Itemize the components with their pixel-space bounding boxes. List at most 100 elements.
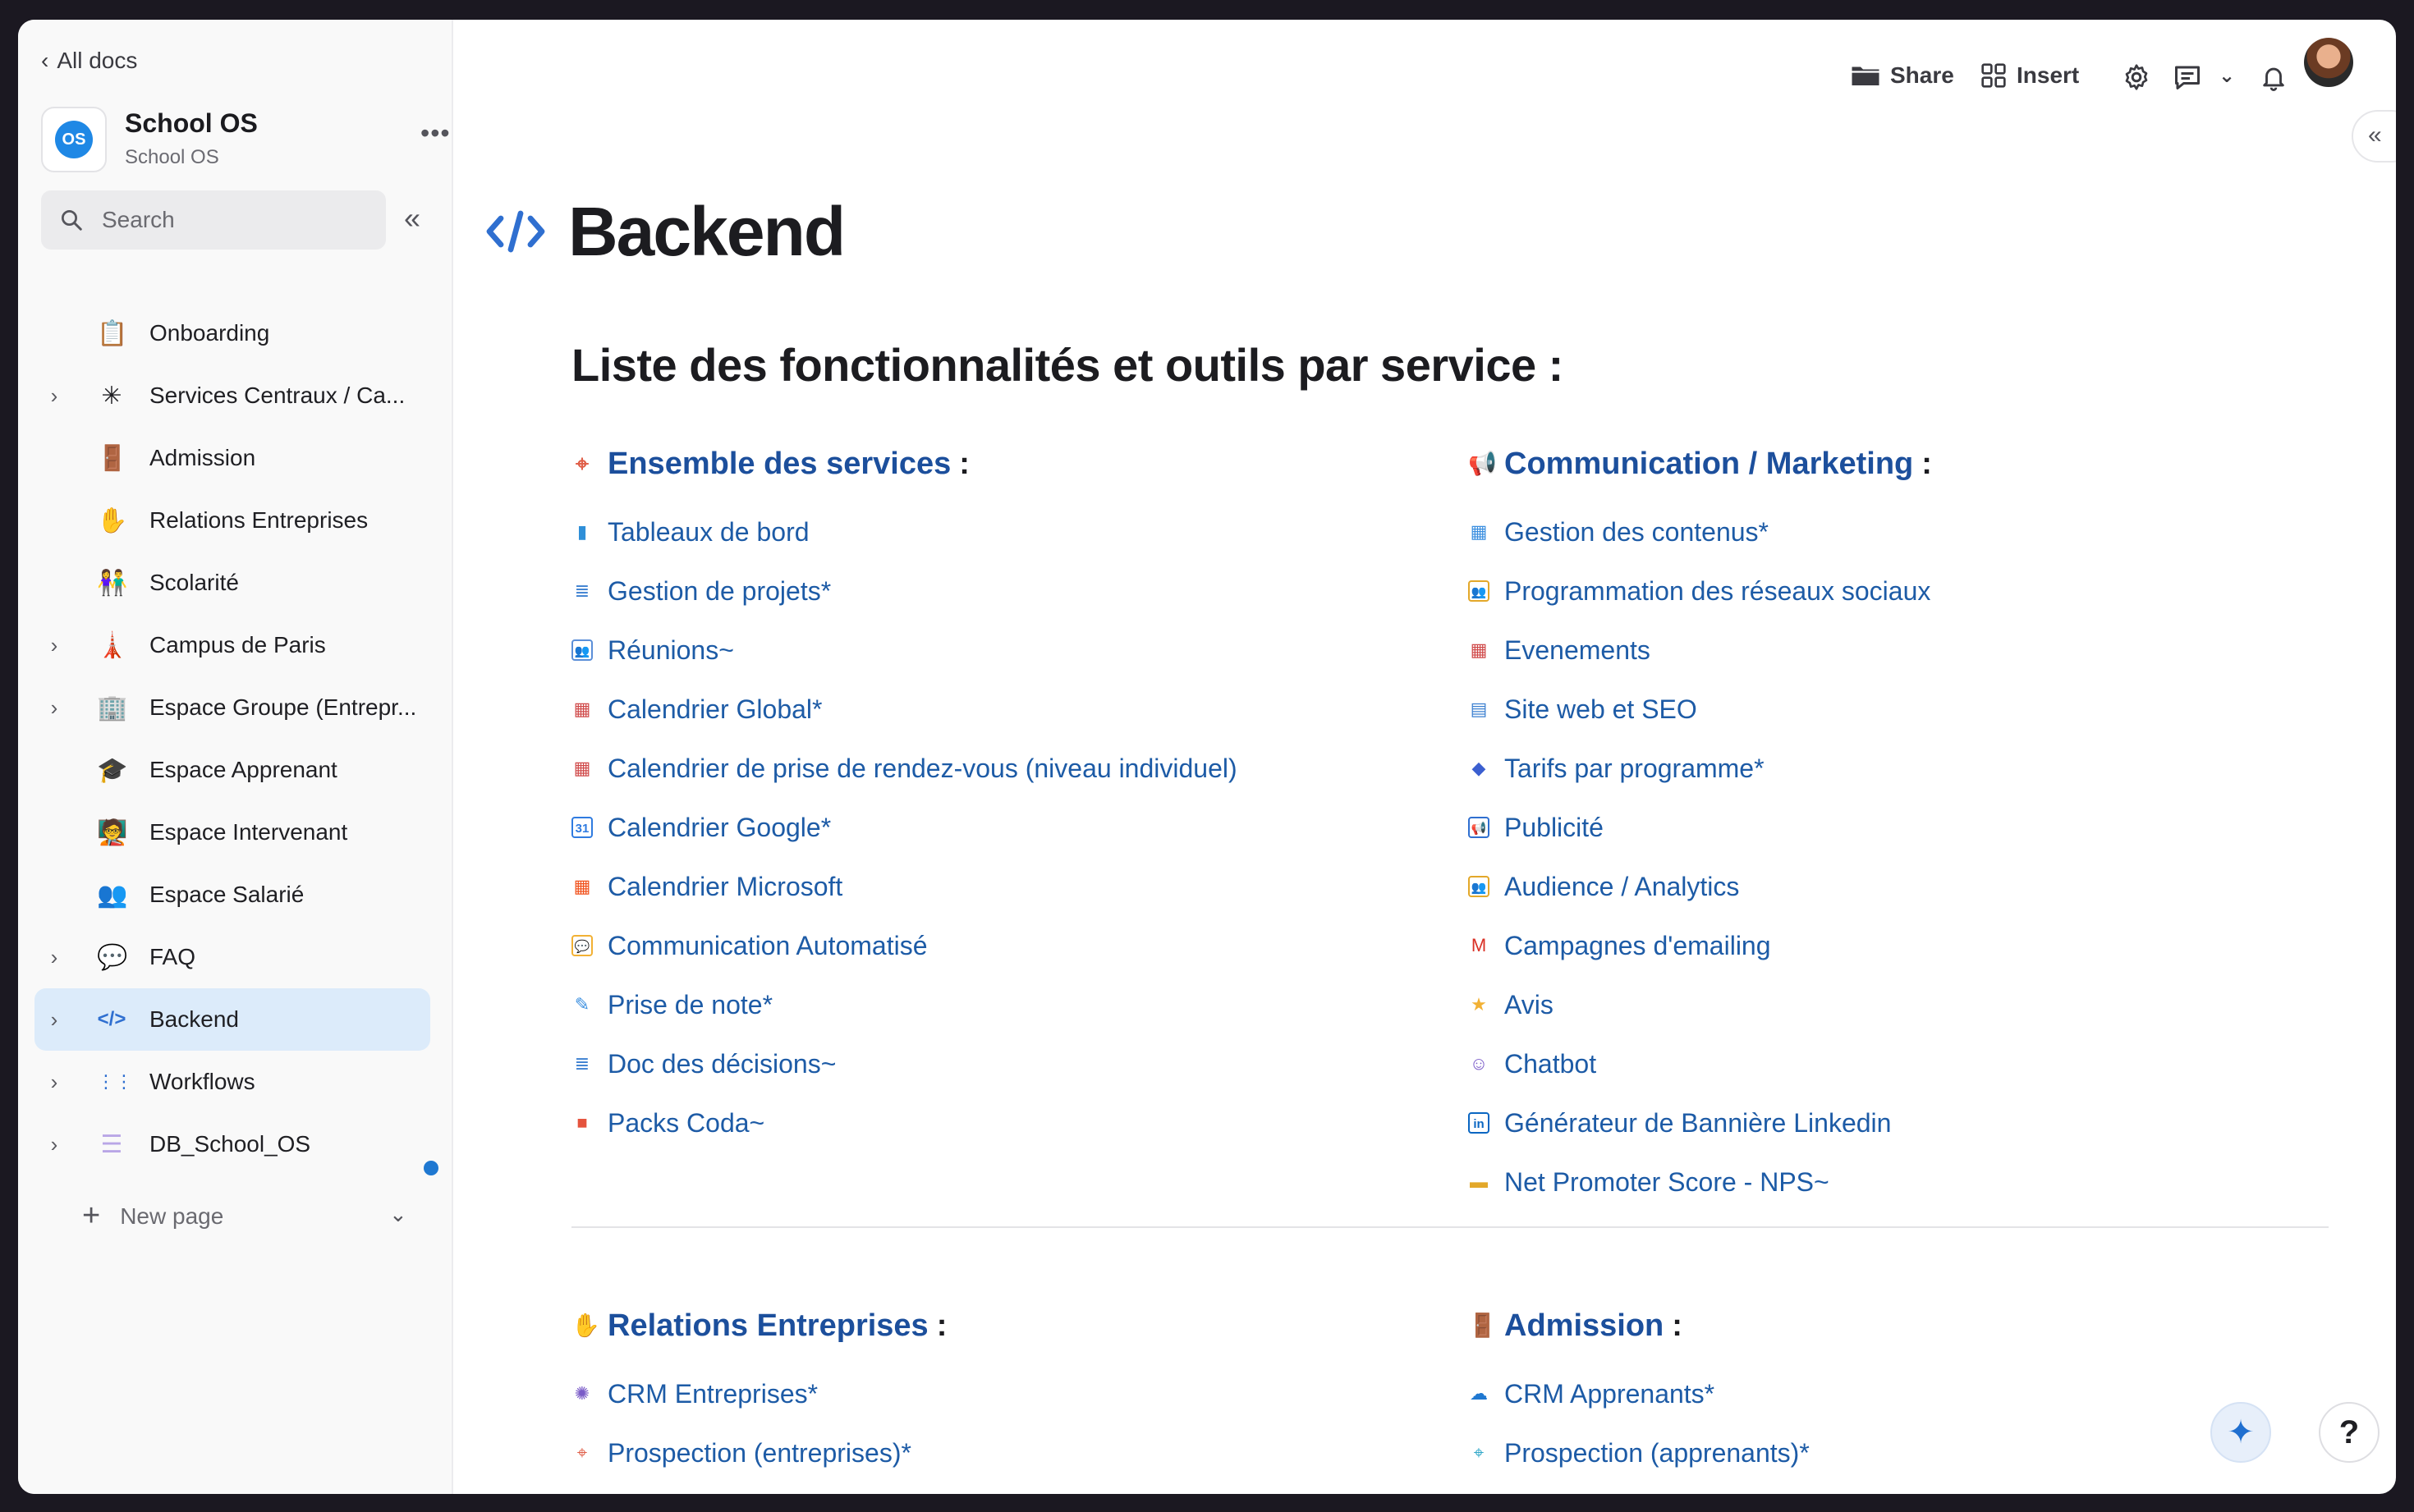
- feature-link[interactable]: ✺ CRM Entreprises*: [571, 1364, 1442, 1423]
- feature-link[interactable]: ■ Packs Coda~: [571, 1093, 1442, 1152]
- feature-icon: ▬: [1470, 1171, 1488, 1192]
- feature-link[interactable]: ☺ Chatbot: [1468, 1034, 2338, 1093]
- chevron-right-icon[interactable]: ›: [46, 1007, 62, 1033]
- feature-link-label: Gestion des contenus*: [1504, 516, 1769, 547]
- sidebar-item[interactable]: ✋ Relations Entreprises: [34, 489, 430, 552]
- chevron-right-icon[interactable]: ›: [46, 633, 62, 658]
- sidebar-item[interactable]: 👫 Scolarité: [34, 552, 430, 614]
- sidebar-item[interactable]: › 🗼 Campus de Paris: [34, 614, 430, 676]
- doc-logo-text: OS: [55, 121, 93, 158]
- collapse-right-panel-icon[interactable]: «: [2352, 110, 2396, 163]
- more-options-icon[interactable]: •••: [420, 118, 451, 149]
- feature-link[interactable]: 31 Calendrier Google*: [571, 798, 1442, 857]
- insert-button[interactable]: Insert: [1980, 62, 2079, 89]
- section-heading: Liste des fonctionnalités et outils par …: [571, 339, 1563, 391]
- help-button[interactable]: ?: [2319, 1402, 2380, 1463]
- feature-link[interactable]: ⌖ Prospection (entreprises)*: [571, 1423, 1442, 1482]
- section-title[interactable]: 🚪 Admission:: [1468, 1307, 2338, 1345]
- feature-link-label: Tableaux de bord: [608, 516, 810, 547]
- feature-link[interactable]: 📢 Publicité: [1468, 798, 2338, 857]
- avatar[interactable]: [2304, 38, 2353, 87]
- feature-link[interactable]: ★ Avis: [1468, 975, 2338, 1034]
- share-button[interactable]: Share: [1851, 62, 1954, 89]
- feature-link[interactable]: ▤ Site web et SEO: [1468, 680, 2338, 739]
- chevron-right-icon[interactable]: ›: [46, 695, 62, 721]
- feature-link-label: CRM Apprenants*: [1504, 1378, 1715, 1409]
- feature-link[interactable]: ✎ Prise de note*: [571, 975, 1442, 1034]
- ai-assistant-button[interactable]: ✦: [2210, 1402, 2271, 1463]
- section-relations-entreprises: ✋ Relations Entreprises: ✺ CRM Entreprises*…: [571, 1307, 1442, 1494]
- comments-dropdown-icon[interactable]: ⌄: [2219, 64, 2235, 88]
- feature-link[interactable]: 👥 Réunions~: [571, 621, 1442, 680]
- feature-link-label: Site web et SEO: [1504, 694, 1697, 724]
- all-docs-label: All docs: [57, 48, 138, 73]
- section-title-colon: :: [936, 1308, 948, 1343]
- feature-link[interactable]: ≣ Doc des décisions~: [571, 1034, 1442, 1093]
- comment-icon: [2175, 66, 2200, 89]
- section-title[interactable]: ⌖ Ensemble des services:: [571, 445, 1442, 483]
- collapse-sidebar-icon[interactable]: «: [404, 202, 420, 235]
- chevron-right-icon[interactable]: ›: [46, 1132, 62, 1157]
- sidebar-item[interactable]: 🧑‍🏫 Espace Intervenant: [34, 801, 430, 864]
- sidebar-item[interactable]: › 🏢 Espace Groupe (Entrepr...: [34, 676, 430, 739]
- feature-link[interactable]: in Générateur de Bannière Linkedin: [1468, 1093, 2338, 1152]
- feature-link[interactable]: 👥 Audience / Analytics: [1468, 857, 2338, 916]
- sidebar-item[interactable]: 🎓 Espace Apprenant: [34, 739, 430, 801]
- feature-link-label: Calendrier Global*: [608, 694, 823, 724]
- notification-dot: [424, 1161, 438, 1175]
- team-icon: 👥: [97, 881, 128, 909]
- sidebar-item[interactable]: 📋 Onboarding: [34, 302, 430, 364]
- feature-link[interactable]: 💬 Communication Automatisé: [571, 916, 1442, 975]
- section-title[interactable]: ✋ Relations Entreprises:: [571, 1307, 1442, 1345]
- section-title-text: Communication / Marketing: [1504, 446, 1914, 481]
- section-title[interactable]: 📢 Communication / Marketing:: [1468, 445, 2338, 483]
- feature-link-label: Prospection (entreprises)*: [608, 1437, 911, 1468]
- chat-bubbles-icon: 💬: [97, 943, 128, 971]
- chevron-right-icon[interactable]: ›: [46, 1070, 62, 1095]
- section-ensemble-des-services: ⌖ Ensemble des services: ▮ Tableaux de bord…: [571, 445, 1442, 1152]
- new-page-button[interactable]: + New page: [82, 1198, 223, 1234]
- feature-icon: ▮: [576, 521, 588, 542]
- sidebar-item[interactable]: › 💬 FAQ: [34, 926, 430, 988]
- sidebar-item[interactable]: › ✳ Services Centraux / Ca...: [34, 364, 430, 427]
- feature-link[interactable]: ☁ CRM Apprenants*: [1468, 1364, 2338, 1423]
- sidebar-item-label: Espace Groupe (Entrepr...: [149, 694, 417, 720]
- feature-icon: ▤: [1470, 699, 1488, 719]
- sidebar-item[interactable]: 🚪 Admission: [34, 427, 430, 489]
- feature-link[interactable]: ▦ Calendrier Global*: [571, 680, 1442, 739]
- sidebar-item[interactable]: › </> Backend: [34, 988, 430, 1051]
- sidebar-item[interactable]: 👥 Espace Salarié: [34, 864, 430, 926]
- app-window: ‹ All docs OS School OS School OS ••• Se…: [18, 20, 2396, 1494]
- feature-link-label: Net Promoter Score - NPS~: [1504, 1166, 1829, 1197]
- all-docs-link[interactable]: ‹ All docs: [41, 48, 137, 74]
- settings-button[interactable]: [2122, 62, 2151, 92]
- feature-link[interactable]: M Campagnes d'emailing: [1468, 916, 2338, 975]
- chevron-right-icon[interactable]: ›: [46, 383, 62, 409]
- chevron-down-icon[interactable]: ⌄: [389, 1202, 407, 1227]
- sparkle-icon: ✦: [2227, 1414, 2255, 1450]
- feature-link[interactable]: ◆Hunt (chasse)*: [571, 1482, 1442, 1494]
- comments-button[interactable]: [2173, 62, 2202, 92]
- feature-link[interactable]: ▬ Net Promoter Score - NPS~: [1468, 1152, 2338, 1212]
- feature-link[interactable]: ◆ Tarifs par programme*: [1468, 739, 2338, 798]
- sidebar-item[interactable]: › ⋮⋮ Workflows: [34, 1051, 430, 1113]
- feature-link[interactable]: ▦ Calendrier de prise de rendez-vous (niv…: [571, 739, 1442, 798]
- feature-link[interactable]: ▮ Tableaux de bord: [571, 502, 1442, 561]
- feature-link[interactable]: ▦ Gestion des contenus*: [1468, 502, 2338, 561]
- feature-link[interactable]: ≣ Gestion de projets*: [571, 561, 1442, 621]
- sidebar-item[interactable]: › ☰ DB_School_OS: [34, 1113, 430, 1175]
- sidebar-item-label: Relations Entreprises: [149, 507, 369, 533]
- doc-header[interactable]: OS School OS School OS •••: [41, 107, 453, 172]
- chevron-right-icon[interactable]: ›: [46, 945, 62, 970]
- feature-link[interactable]: ▦ Evenements: [1468, 621, 2338, 680]
- feature-icon: ☺: [1469, 1053, 1489, 1074]
- notifications-button[interactable]: [2260, 62, 2288, 92]
- feature-link-label: Programmation des réseaux sociaux: [1504, 575, 1931, 606]
- question-icon: ?: [2338, 1413, 2360, 1450]
- feature-link[interactable]: ⌖ Prospection (apprenants)*: [1468, 1423, 2338, 1482]
- feature-link-label: Packs Coda~: [608, 1107, 765, 1138]
- feature-link[interactable]: 👥 Programmation des réseaux sociaux: [1468, 561, 2338, 621]
- feature-link[interactable]: 👥Doublons Apprenant*: [1468, 1482, 2338, 1494]
- feature-link[interactable]: ▦ Calendrier Microsoft: [571, 857, 1442, 916]
- search-input[interactable]: Search: [41, 190, 386, 250]
